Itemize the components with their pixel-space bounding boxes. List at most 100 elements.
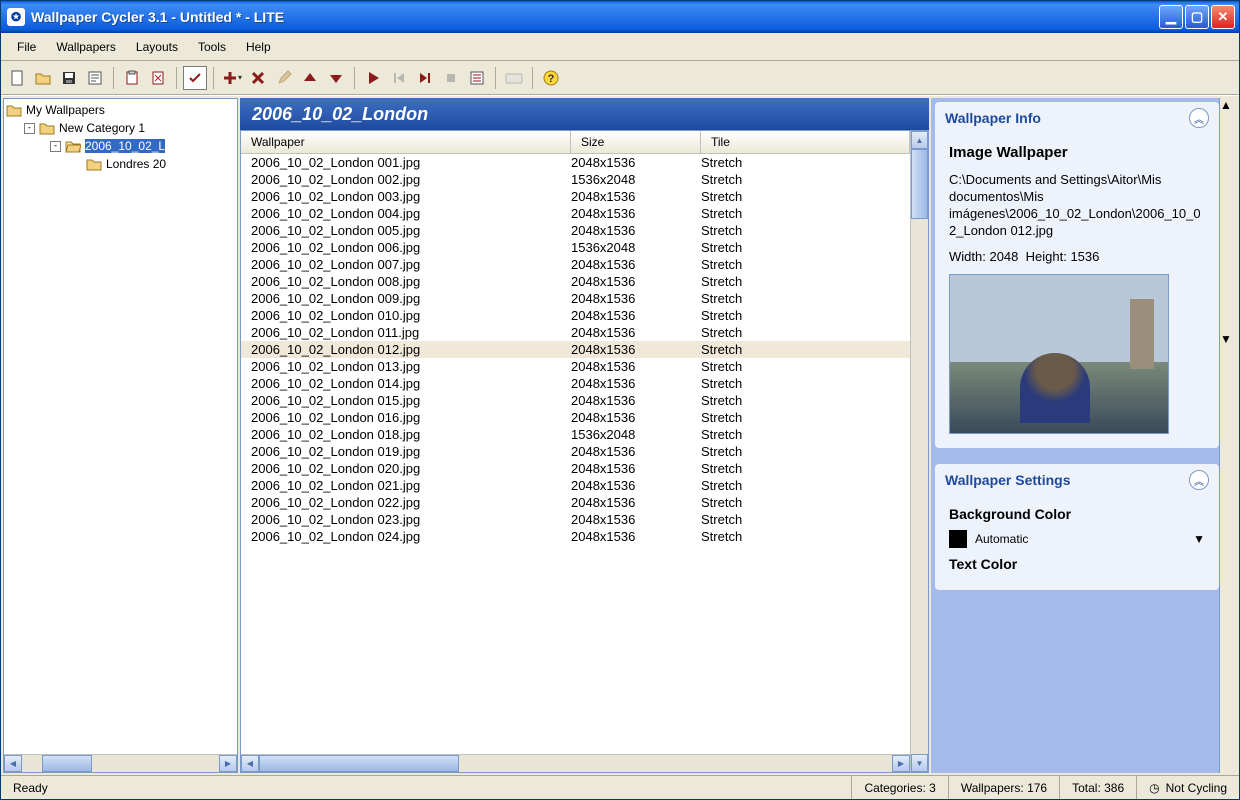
table-row[interactable]: 2006_10_02_London 009.jpg2048x1536Stretc… [241, 290, 910, 307]
cell-name: 2006_10_02_London 006.jpg [241, 240, 571, 255]
scroll-up-icon[interactable]: ▲ [911, 131, 928, 149]
list-icon[interactable] [465, 66, 489, 90]
collapse-up-icon[interactable]: ︽ [1189, 108, 1209, 128]
table-row[interactable]: 2006_10_02_London 019.jpg2048x1536Stretc… [241, 443, 910, 460]
column-headers: Wallpaper Size Tile [241, 131, 910, 154]
list-vscrollbar[interactable]: ▲ ▼ [910, 131, 928, 772]
clipboard-delete-icon[interactable] [146, 66, 170, 90]
check-icon[interactable] [183, 66, 207, 90]
cell-name: 2006_10_02_London 013.jpg [241, 359, 571, 374]
scroll-up-icon[interactable]: ▲ [1220, 98, 1237, 112]
cell-size: 2048x1536 [571, 444, 701, 459]
tree-root[interactable]: My Wallpapers [6, 101, 235, 119]
table-row[interactable]: 2006_10_02_London 005.jpg2048x1536Stretc… [241, 222, 910, 239]
cell-name: 2006_10_02_London 018.jpg [241, 427, 571, 442]
col-wallpaper[interactable]: Wallpaper [241, 131, 571, 153]
down-icon[interactable] [324, 66, 348, 90]
cell-name: 2006_10_02_London 020.jpg [241, 461, 571, 476]
menu-wallpapers[interactable]: Wallpapers [46, 37, 126, 57]
collapse-icon[interactable]: - [24, 123, 35, 134]
table-row[interactable]: 2006_10_02_London 018.jpg1536x2048Stretc… [241, 426, 910, 443]
table-row[interactable]: 2006_10_02_London 004.jpg2048x1536Stretc… [241, 205, 910, 222]
table-row[interactable]: 2006_10_02_London 010.jpg2048x1536Stretc… [241, 307, 910, 324]
open-icon[interactable] [31, 66, 55, 90]
cell-name: 2006_10_02_London 024.jpg [241, 529, 571, 544]
cell-size: 1536x2048 [571, 240, 701, 255]
scroll-right-icon[interactable]: ▶ [219, 755, 237, 772]
scroll-down-icon[interactable]: ▼ [911, 754, 928, 772]
minimize-button[interactable]: ▁ [1159, 5, 1183, 29]
cell-tile: Stretch [701, 172, 910, 187]
menu-help[interactable]: Help [236, 37, 281, 57]
tree-hscrollbar[interactable]: ◀ ▶ [4, 754, 237, 772]
scroll-left-icon[interactable]: ◀ [241, 755, 259, 772]
side-vscrollbar[interactable]: ▲ ▼ [1219, 98, 1237, 773]
collapse-icon[interactable]: - [50, 141, 61, 152]
table-row[interactable]: 2006_10_02_London 015.jpg2048x1536Stretc… [241, 392, 910, 409]
table-row[interactable]: 2006_10_02_London 007.jpg2048x1536Stretc… [241, 256, 910, 273]
maximize-button[interactable]: ▢ [1185, 5, 1209, 29]
table-row[interactable]: 2006_10_02_London 013.jpg2048x1536Stretc… [241, 358, 910, 375]
cell-name: 2006_10_02_London 005.jpg [241, 223, 571, 238]
svg-text:?: ? [548, 73, 555, 85]
new-icon[interactable] [5, 66, 29, 90]
table-row[interactable]: 2006_10_02_London 020.jpg2048x1536Stretc… [241, 460, 910, 477]
help-icon[interactable]: ? [539, 66, 563, 90]
table-row[interactable]: 2006_10_02_London 006.jpg1536x2048Stretc… [241, 239, 910, 256]
table-row[interactable]: 2006_10_02_London 021.jpg2048x1536Stretc… [241, 477, 910, 494]
table-row[interactable]: 2006_10_02_London 008.jpg2048x1536Stretc… [241, 273, 910, 290]
save-icon[interactable] [57, 66, 81, 90]
cell-name: 2006_10_02_London 010.jpg [241, 308, 571, 323]
cell-tile: Stretch [701, 529, 910, 544]
stop-icon[interactable] [439, 66, 463, 90]
table-row[interactable]: 2006_10_02_London 011.jpg2048x1536Stretc… [241, 324, 910, 341]
menu-file[interactable]: File [7, 37, 46, 57]
cell-name: 2006_10_02_London 008.jpg [241, 274, 571, 289]
clock-icon: ◷ [1149, 781, 1159, 795]
menu-layouts[interactable]: Layouts [126, 37, 188, 57]
edit-icon[interactable] [272, 66, 296, 90]
window-title: Wallpaper Cycler 3.1 - Untitled * - LITE [31, 9, 1159, 25]
clipboard-add-icon[interactable] [120, 66, 144, 90]
table-row[interactable]: 2006_10_02_London 002.jpg1536x2048Stretc… [241, 171, 910, 188]
table-row[interactable]: 2006_10_02_London 024.jpg2048x1536Stretc… [241, 528, 910, 545]
settings-panel-title: Wallpaper Settings [945, 472, 1071, 488]
col-size[interactable]: Size [571, 131, 701, 153]
properties-icon[interactable] [83, 66, 107, 90]
list-hscrollbar[interactable]: ◀ ▶ [241, 754, 910, 772]
table-row[interactable]: 2006_10_02_London 022.jpg2048x1536Stretc… [241, 494, 910, 511]
tree-item[interactable]: - 2006_10_02_L [6, 137, 235, 155]
side-pane: Wallpaper Info ︽ Image Wallpaper C:\Docu… [931, 98, 1237, 773]
keyboard-icon[interactable] [502, 66, 526, 90]
table-row[interactable]: 2006_10_02_London 023.jpg2048x1536Stretc… [241, 511, 910, 528]
play-icon[interactable] [361, 66, 385, 90]
prev-icon[interactable] [387, 66, 411, 90]
toolbar: ▾ ? [1, 61, 1239, 95]
cell-name: 2006_10_02_London 016.jpg [241, 410, 571, 425]
cell-size: 2048x1536 [571, 461, 701, 476]
tree-item[interactable]: - New Category 1 [6, 119, 235, 137]
cell-name: 2006_10_02_London 023.jpg [241, 512, 571, 527]
table-row[interactable]: 2006_10_02_London 012.jpg2048x1536Stretc… [241, 341, 910, 358]
color-swatch [949, 530, 967, 548]
scroll-down-icon[interactable]: ▼ [1220, 332, 1237, 346]
status-categories: Categories: 3 [851, 776, 947, 799]
table-row[interactable]: 2006_10_02_London 016.jpg2048x1536Stretc… [241, 409, 910, 426]
close-button[interactable]: ✕ [1211, 5, 1235, 29]
scroll-left-icon[interactable]: ◀ [4, 755, 22, 772]
collapse-up-icon[interactable]: ︽ [1189, 470, 1209, 490]
table-row[interactable]: 2006_10_02_London 014.jpg2048x1536Stretc… [241, 375, 910, 392]
delete-icon[interactable] [246, 66, 270, 90]
table-row[interactable]: 2006_10_02_London 001.jpg2048x1536Stretc… [241, 154, 910, 171]
menu-tools[interactable]: Tools [188, 37, 236, 57]
next-icon[interactable] [413, 66, 437, 90]
tree-item[interactable]: Londres 20 [6, 155, 235, 173]
col-tile[interactable]: Tile [701, 131, 910, 153]
scroll-right-icon[interactable]: ▶ [892, 755, 910, 772]
table-row[interactable]: 2006_10_02_London 003.jpg2048x1536Stretc… [241, 188, 910, 205]
cell-tile: Stretch [701, 274, 910, 289]
cell-tile: Stretch [701, 410, 910, 425]
bg-color-select[interactable]: Automatic ▼ [949, 526, 1205, 552]
add-icon[interactable]: ▾ [220, 66, 244, 90]
up-icon[interactable] [298, 66, 322, 90]
